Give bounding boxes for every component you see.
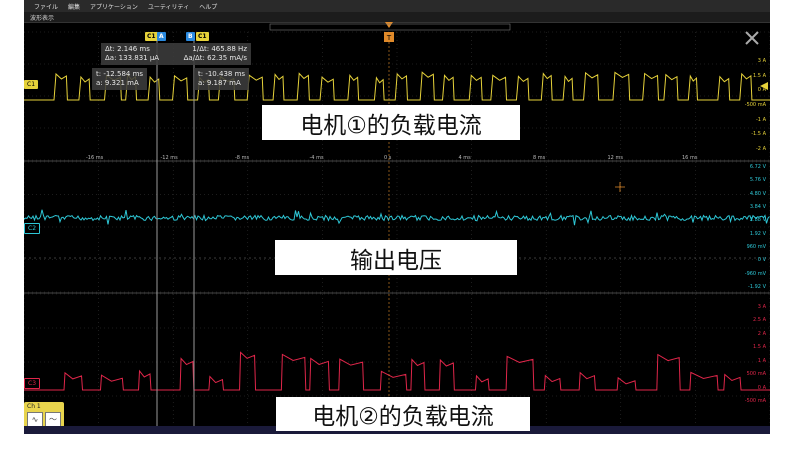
scale-label: 3 A	[757, 304, 766, 310]
trigger-marker-icon[interactable]	[385, 22, 393, 28]
cursor-delta-readout[interactable]: Δt: 2.146 ms 1/Δt: 465.88 Hz Δa: 133.831…	[101, 43, 251, 65]
cursor-b-time: t: -10.438 ms	[198, 70, 246, 78]
caption-output-voltage: 输出电压	[275, 240, 517, 275]
scale-label: 1.5 A	[753, 344, 766, 351]
ch1-label[interactable]: C1	[24, 80, 39, 89]
inverse-delta-time: 1/Δt: 465.88 Hz	[192, 45, 247, 53]
ch3-label[interactable]: C3	[24, 378, 41, 389]
scale-label: 3 A	[757, 58, 766, 64]
scale-label: 1 A	[757, 357, 766, 364]
reset-zoom-icon[interactable]	[745, 31, 759, 45]
time-tick-label: -8 ms	[235, 155, 250, 161]
time-tick-label: -16 ms	[86, 155, 104, 161]
scale-label: 0 A	[757, 384, 766, 391]
caption-motor1-load-current: 电机①的负载电流	[262, 105, 520, 140]
scale-label: 1.5 A	[753, 72, 766, 79]
time-tick-label: 12 ms	[607, 155, 623, 161]
time-tick-label: -12 ms	[160, 155, 178, 161]
time-tick-label: 16 ms	[682, 155, 698, 161]
scale-label: 2.88 V	[749, 217, 766, 224]
ch1-badge-label: Ch 1	[27, 403, 41, 410]
scale-label: -1.92 V	[748, 284, 766, 290]
scale-label: -2 A	[756, 146, 766, 152]
cursor-a-time: t: -12.584 ms	[96, 70, 144, 78]
time-tick-label: 0 s	[384, 155, 392, 161]
cursor-b-amplitude: a: 9.187 mA	[198, 79, 241, 87]
scale-label: -500 mA	[744, 102, 766, 108]
delta-amplitude-rate: Δa/Δt: 62.35 mA/s	[183, 54, 247, 62]
scale-label: 500 mA	[746, 371, 766, 378]
cursor-a-ch-tag[interactable]: C1	[145, 32, 158, 41]
oscilloscope-window: ファイル 編集 アプリケーション ユーティリティ ヘルプ 波形表示 T C1 A…	[24, 0, 770, 434]
cursor-b-ch-tag[interactable]: C1	[196, 32, 209, 41]
scale-label: -1.5 A	[751, 131, 766, 138]
delta-time: Δt: 2.146 ms	[105, 45, 150, 53]
scale-label: 6.72 V	[749, 164, 766, 170]
scale-label: 0 A	[757, 87, 766, 94]
crosshair-marker-icon	[615, 182, 625, 192]
scale-label: -1 A	[756, 116, 766, 123]
waveform-plot[interactable]: T	[24, 0, 770, 434]
scale-label: 5.76 V	[749, 177, 766, 184]
cursor-b-tag[interactable]: B	[186, 32, 195, 41]
cursor-a-tag[interactable]: A	[157, 32, 166, 41]
time-tick-label: 8 ms	[533, 155, 546, 161]
ch2-label[interactable]: C2	[24, 223, 41, 234]
delta-amplitude: Δa: 133.831 μA	[105, 54, 160, 62]
scale-label: -960 mV	[744, 270, 766, 277]
scale-label: 0 V	[757, 257, 766, 264]
cursor-a-amplitude: a: 9.321 mA	[96, 79, 139, 87]
cursor-b-readout[interactable]: t: -10.438 ms a: 9.187 mA	[194, 68, 250, 90]
time-tick-label: 4 ms	[458, 155, 471, 161]
caption-motor2-load-current: 电机②的负载电流	[276, 397, 530, 431]
scale-label: 3.84 V	[749, 204, 766, 210]
scale-label: 960 mV	[746, 244, 766, 250]
scale-label: -500 mA	[744, 398, 766, 404]
scale-label: 1.92 V	[749, 230, 766, 237]
scale-label: 4.80 V	[749, 190, 766, 197]
scale-label: 2.5 A	[753, 317, 766, 324]
cursor-a-readout[interactable]: t: -12.584 ms a: 9.321 mA	[92, 68, 148, 90]
scale-label: 2 A	[757, 330, 766, 337]
time-tick-label: -4 ms	[309, 155, 324, 161]
ch3-waveform	[24, 351, 770, 391]
trigger-label: T	[386, 34, 392, 42]
